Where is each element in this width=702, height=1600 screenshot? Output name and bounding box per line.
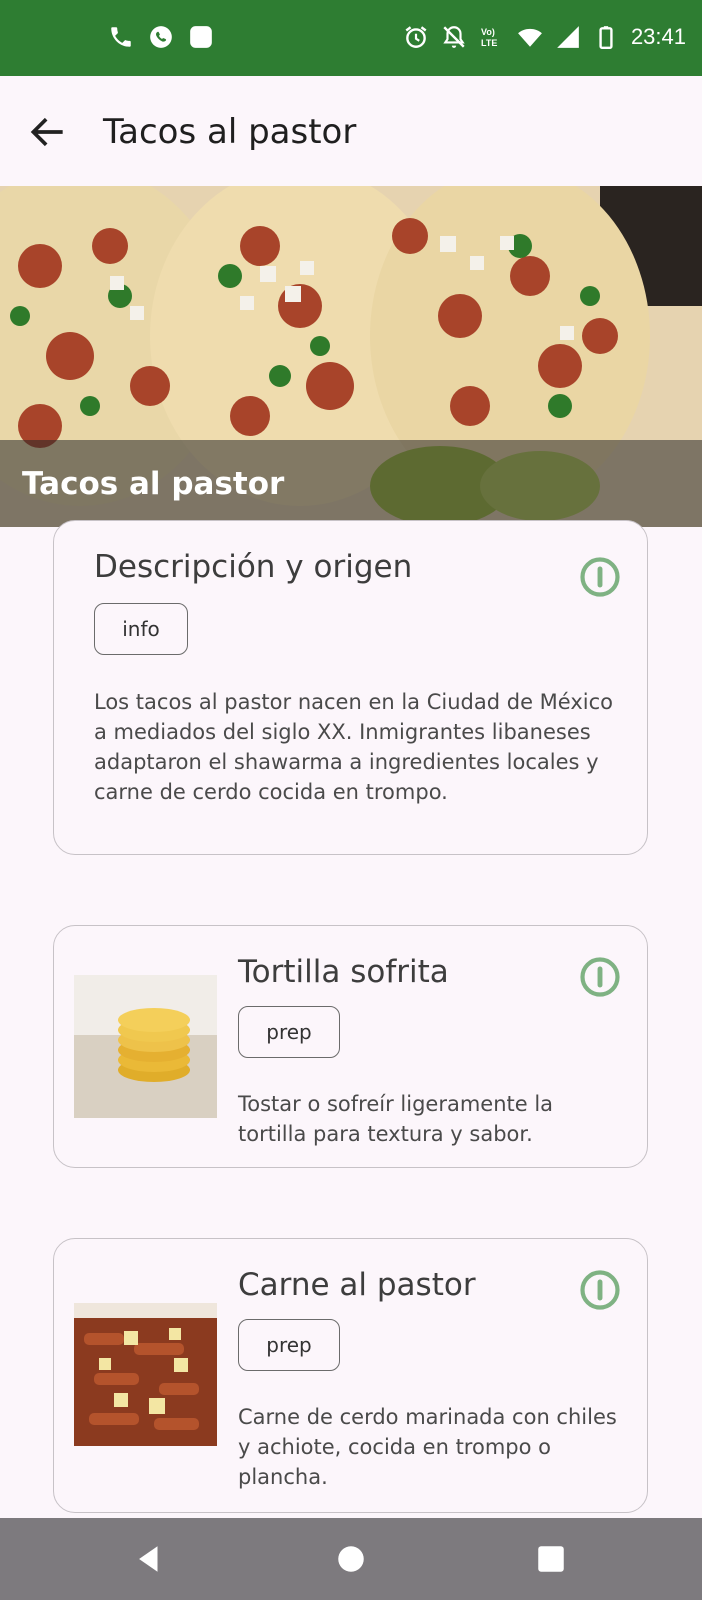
card-carne-al-pastor[interactable]: Carne al pastor prep Carne de cerdo mari… xyxy=(53,1238,648,1513)
info-button[interactable] xyxy=(579,956,621,998)
whatsapp-icon xyxy=(148,24,174,50)
info-icon xyxy=(580,1270,620,1310)
phone-icon xyxy=(108,24,134,50)
card-title: Carne al pastor xyxy=(238,1267,476,1303)
nav-back-icon xyxy=(139,1546,158,1572)
alarm-icon xyxy=(403,24,429,50)
status-left-icons xyxy=(108,24,214,50)
nav-back-button[interactable] xyxy=(132,1542,166,1576)
battery-icon xyxy=(593,24,619,50)
card-description: Tostar o sofreír ligeramente la tortilla… xyxy=(238,1092,554,1146)
card-tortilla-sofrita[interactable]: Tortilla sofrita prep Tostar o sofreír l… xyxy=(53,925,648,1168)
card-thumbnail xyxy=(74,1303,217,1446)
info-button[interactable] xyxy=(579,556,621,598)
tag-chip[interactable]: info xyxy=(94,603,188,655)
back-button[interactable] xyxy=(26,110,70,154)
card-title: Tortilla sofrita xyxy=(238,954,449,990)
app-square-icon xyxy=(188,24,214,50)
svg-text:Vo): Vo) xyxy=(481,27,495,37)
info-icon xyxy=(580,957,620,997)
nav-home-icon xyxy=(338,1546,364,1572)
app-bar: Tacos al pastor xyxy=(0,76,702,186)
hero-image: Tacos al pastor xyxy=(0,186,702,527)
carne-photo xyxy=(74,1303,217,1446)
page-title: Tacos al pastor xyxy=(103,112,357,152)
system-nav-bar xyxy=(0,1518,702,1600)
volte-icon: Vo) LTE xyxy=(479,24,505,50)
tortilla-photo xyxy=(74,975,217,1118)
card-title: Descripción y origen xyxy=(94,549,413,585)
notifications-off-icon xyxy=(441,24,467,50)
card-description: Carne de cerdo marinada con chiles y ach… xyxy=(238,1405,617,1489)
status-right-icons: Vo) LTE 23:41 xyxy=(403,24,686,50)
card-descripcion[interactable]: Descripción y origen info Los tacos al p… xyxy=(53,520,648,855)
status-bar: Vo) LTE 23:41 xyxy=(0,0,702,76)
signal-icon xyxy=(555,24,581,50)
tag-chip[interactable]: prep xyxy=(238,1319,340,1371)
arrow-back-icon xyxy=(30,117,63,147)
status-time: 23:41 xyxy=(630,24,686,49)
info-button[interactable] xyxy=(579,1269,621,1311)
hero-title: Tacos al pastor xyxy=(22,466,285,502)
info-icon xyxy=(580,557,620,597)
nav-home-button[interactable] xyxy=(334,1542,368,1576)
wifi-icon xyxy=(517,24,543,50)
card-thumbnail xyxy=(74,975,217,1118)
tag-chip[interactable]: prep xyxy=(238,1006,340,1058)
card-description: Los tacos al pastor nacen en la Ciudad d… xyxy=(94,690,613,804)
nav-recents-button[interactable] xyxy=(534,1542,568,1576)
nav-recents-icon xyxy=(538,1546,564,1572)
svg-text:LTE: LTE xyxy=(481,38,497,48)
